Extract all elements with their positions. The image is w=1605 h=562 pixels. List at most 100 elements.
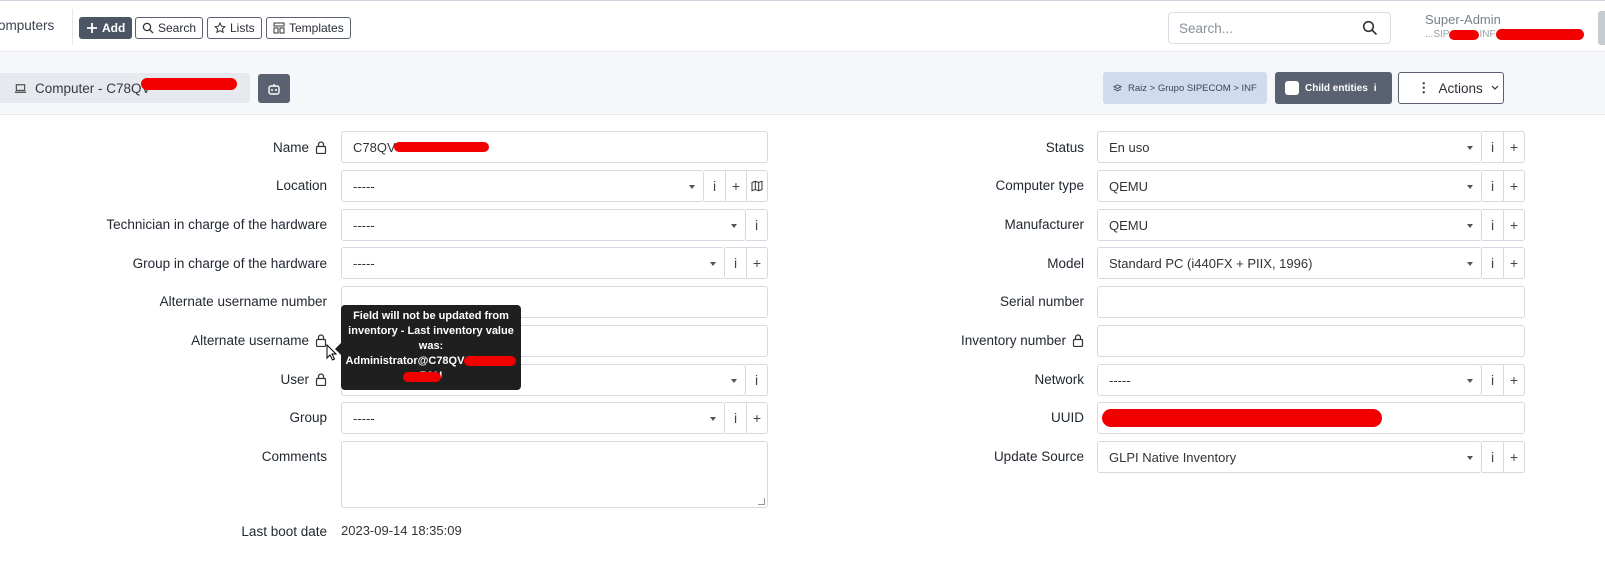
child-entities-toggle[interactable]: Child entities i <box>1275 72 1392 104</box>
laptop-icon <box>14 83 27 93</box>
actions-button[interactable]: ⋮ Actions <box>1398 72 1504 104</box>
network-label-text: Network <box>1034 371 1084 387</box>
group-add-button[interactable]: + <box>747 402 768 434</box>
info-icon: i <box>754 372 759 388</box>
tooltip-line: Administrator@C78QV <box>341 354 521 369</box>
name-field[interactable]: C78QV <box>341 131 768 163</box>
lock-tooltip: Field will not be updated from inventory… <box>335 305 521 390</box>
plus-icon: + <box>731 178 741 194</box>
map-icon <box>751 180 763 192</box>
actions-label: Actions <box>1438 80 1483 96</box>
global-search-input[interactable] <box>1179 20 1349 36</box>
manufacturer-label: Manufacturer <box>840 215 1084 233</box>
tooltip-line: inventory - Last inventory value <box>348 325 514 337</box>
network-select[interactable]: ----- <box>1097 364 1482 396</box>
manufacturer-label-text: Manufacturer <box>1004 216 1084 232</box>
computer-type-add-button[interactable]: + <box>1504 170 1525 202</box>
technician-select[interactable]: ----- <box>341 209 746 241</box>
lock-icon[interactable] <box>1072 333 1084 347</box>
model-value: Standard PC (i440FX + PIIX, 1996) <box>1109 255 1313 271</box>
search-icon[interactable] <box>1362 20 1378 36</box>
model-info-button[interactable]: i <box>1482 247 1504 279</box>
manufacturer-select[interactable]: QEMU <box>1097 209 1482 241</box>
group-tech-add-button[interactable]: + <box>747 247 768 279</box>
info-icon: i <box>1490 372 1495 388</box>
search-button-label: Search <box>158 21 197 35</box>
lists-button[interactable]: Lists <box>207 17 262 39</box>
automatic-inventory-button[interactable] <box>258 74 290 103</box>
plus-icon: + <box>1509 178 1519 194</box>
uuid-field[interactable] <box>1097 402 1525 434</box>
group-value: ----- <box>353 410 375 426</box>
update-source-select[interactable]: GLPI Native Inventory <box>1097 441 1482 473</box>
robot-icon <box>268 83 280 95</box>
computer-type-info-button[interactable]: i <box>1482 170 1504 202</box>
computer-type-select[interactable]: QEMU <box>1097 170 1482 202</box>
lock-icon[interactable] <box>315 372 327 386</box>
inventory-number-field[interactable] <box>1097 325 1525 357</box>
network-add-button[interactable]: + <box>1504 364 1525 396</box>
serial-number-field[interactable] <box>1097 286 1525 318</box>
breadcrumb-computers[interactable]: omputers <box>0 18 54 33</box>
info-icon: i <box>1373 82 1377 94</box>
global-search[interactable] <box>1168 12 1391 44</box>
user-entity: ...SIP INF <box>1425 29 1584 40</box>
lists-button-label: Lists <box>230 21 255 35</box>
info-icon: i <box>733 410 738 426</box>
templates-button[interactable]: Templates <box>266 17 351 39</box>
user-label-text: User <box>280 371 309 387</box>
comments-label-text: Comments <box>261 448 327 464</box>
avatar[interactable] <box>1598 11 1605 45</box>
info-icon: i <box>733 255 738 271</box>
user-menu[interactable]: Super-Admin ...SIP INF <box>1425 12 1584 40</box>
group-tech-select[interactable]: ----- <box>341 247 725 279</box>
update-source-add-button[interactable]: + <box>1504 441 1525 473</box>
location-info-button[interactable]: i <box>704 170 726 202</box>
model-add-button[interactable]: + <box>1504 247 1525 279</box>
group-label: Group <box>100 408 327 426</box>
kebab-icon: ⋮ <box>1417 80 1431 95</box>
entity-badge[interactable]: Raiz > Grupo SIPECOM > INF <box>1103 72 1267 104</box>
plus-icon: + <box>1509 217 1519 233</box>
group-info-button[interactable]: i <box>725 402 747 434</box>
add-button[interactable]: Add <box>79 17 133 39</box>
status-add-button[interactable]: + <box>1504 131 1525 163</box>
manufacturer-add-button[interactable]: + <box>1504 209 1525 241</box>
manufacturer-info-button[interactable]: i <box>1482 209 1504 241</box>
comments-textarea[interactable] <box>341 441 768 508</box>
network-info-button[interactable]: i <box>1482 364 1504 396</box>
location-add-button[interactable]: + <box>726 170 747 202</box>
plus-icon: + <box>1509 139 1519 155</box>
plus-icon: + <box>752 255 762 271</box>
plus-icon: + <box>1509 255 1519 271</box>
lock-icon[interactable] <box>315 140 327 154</box>
plus-icon <box>87 23 97 33</box>
serial-number-label: Serial number <box>840 292 1084 310</box>
redaction-mark <box>403 372 441 382</box>
alt-username-label: Alternate username <box>100 331 327 349</box>
model-select[interactable]: Standard PC (i440FX + PIIX, 1996) <box>1097 247 1482 279</box>
group-select[interactable]: ----- <box>341 402 725 434</box>
divider <box>72 9 73 45</box>
alt-username-number-label: Alternate username number <box>100 292 327 310</box>
technician-info-button[interactable]: i <box>746 209 768 241</box>
add-button-label: Add <box>102 21 126 35</box>
child-entities-checkbox[interactable] <box>1285 81 1299 95</box>
template-icon <box>273 22 285 34</box>
network-value: ----- <box>1109 372 1131 388</box>
technician-value: ----- <box>353 217 375 233</box>
update-source-info-button[interactable]: i <box>1482 441 1504 473</box>
user-name: Super-Admin <box>1425 12 1501 27</box>
status-select[interactable]: En uso <box>1097 131 1482 163</box>
location-select[interactable]: ----- <box>341 170 704 202</box>
top-bar: omputers Add Search Lists Templates Supe… <box>0 0 1605 52</box>
search-button[interactable]: Search <box>135 17 204 39</box>
location-map-button[interactable] <box>747 170 768 202</box>
user-info-button[interactable]: i <box>746 364 768 396</box>
status-info-button[interactable]: i <box>1482 131 1504 163</box>
group-tech-info-button[interactable]: i <box>725 247 747 279</box>
status-label: Status <box>840 138 1084 156</box>
info-icon: i <box>1490 449 1495 465</box>
info-icon: i <box>1490 255 1495 271</box>
update-source-label-text: Update Source <box>993 448 1084 464</box>
